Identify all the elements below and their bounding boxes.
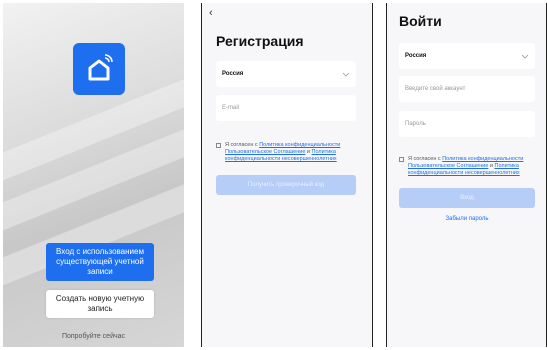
splash-screen: Вход с использованием существующей учетн…	[3, 3, 184, 347]
consent-row: Я согласен с Политика конфиденциальности…	[399, 156, 544, 177]
consent-checkbox[interactable]	[216, 143, 221, 148]
country-select[interactable]: Россия	[216, 61, 356, 87]
terms-link[interactable]: Пользовательское Соглашение	[408, 163, 488, 169]
terms-link[interactable]: Пользовательское Соглашение	[225, 149, 305, 155]
privacy-policy-link[interactable]: Политика конфиденциальности	[442, 156, 523, 162]
minors-privacy-link[interactable]: конфиденциальности несовершеннолетних	[408, 170, 520, 176]
account-placeholder: Введите свой аккаунт	[405, 86, 466, 92]
forgot-password-link[interactable]: Забыли пароль	[399, 216, 535, 222]
email-placeholder: E-mail	[222, 105, 240, 111]
get-code-button[interactable]: Получить проверочный код	[216, 175, 356, 195]
consent-checkbox[interactable]	[399, 157, 404, 162]
country-value: Россия	[405, 53, 427, 59]
page-title: Регистрация	[216, 33, 304, 49]
back-arrow-icon[interactable]: ‹	[209, 7, 213, 19]
minors-privacy-link[interactable]: конфиденциальности несовершеннолетних	[225, 156, 337, 162]
minors-prefix-link[interactable]: Политика	[495, 163, 519, 169]
try-now-link[interactable]: Попробуйте сейчас	[3, 333, 184, 340]
password-field[interactable]: Пароль	[399, 111, 535, 137]
home-icon	[73, 43, 125, 95]
login-existing-button[interactable]: Вход с использованием существующей учетн…	[46, 243, 154, 281]
password-placeholder: Пароль	[405, 121, 426, 127]
chevron-down-icon	[521, 54, 529, 59]
login-button[interactable]: Вход	[399, 188, 535, 208]
account-field[interactable]: Введите свой аккаунт	[399, 76, 535, 102]
chevron-down-icon	[342, 72, 350, 77]
privacy-policy-link[interactable]: Политика конфиденциальности	[259, 142, 340, 148]
login-screen: Войти Россия Введите свой аккаунт Пароль…	[387, 3, 546, 347]
create-account-button[interactable]: Создать новую учетную запись	[46, 290, 154, 318]
minors-prefix-link[interactable]: Политика	[312, 149, 336, 155]
registration-screen: ‹ Регистрация Россия E-mail Я согласен с…	[202, 3, 372, 347]
page-title: Войти	[399, 13, 442, 29]
consent-prefix: Я согласен с	[225, 142, 260, 148]
consent-prefix: Я согласен с	[408, 156, 443, 162]
country-select[interactable]: Россия	[399, 43, 535, 69]
consent-row: Я согласен с Политика конфиденциальности…	[216, 142, 361, 163]
email-field[interactable]: E-mail	[216, 95, 356, 121]
consent-text: Я согласен с Политика конфиденциальности…	[408, 156, 523, 177]
country-value: Россия	[222, 71, 244, 77]
consent-text: Я согласен с Политика конфиденциальности…	[225, 142, 340, 163]
screen-border	[372, 3, 373, 347]
